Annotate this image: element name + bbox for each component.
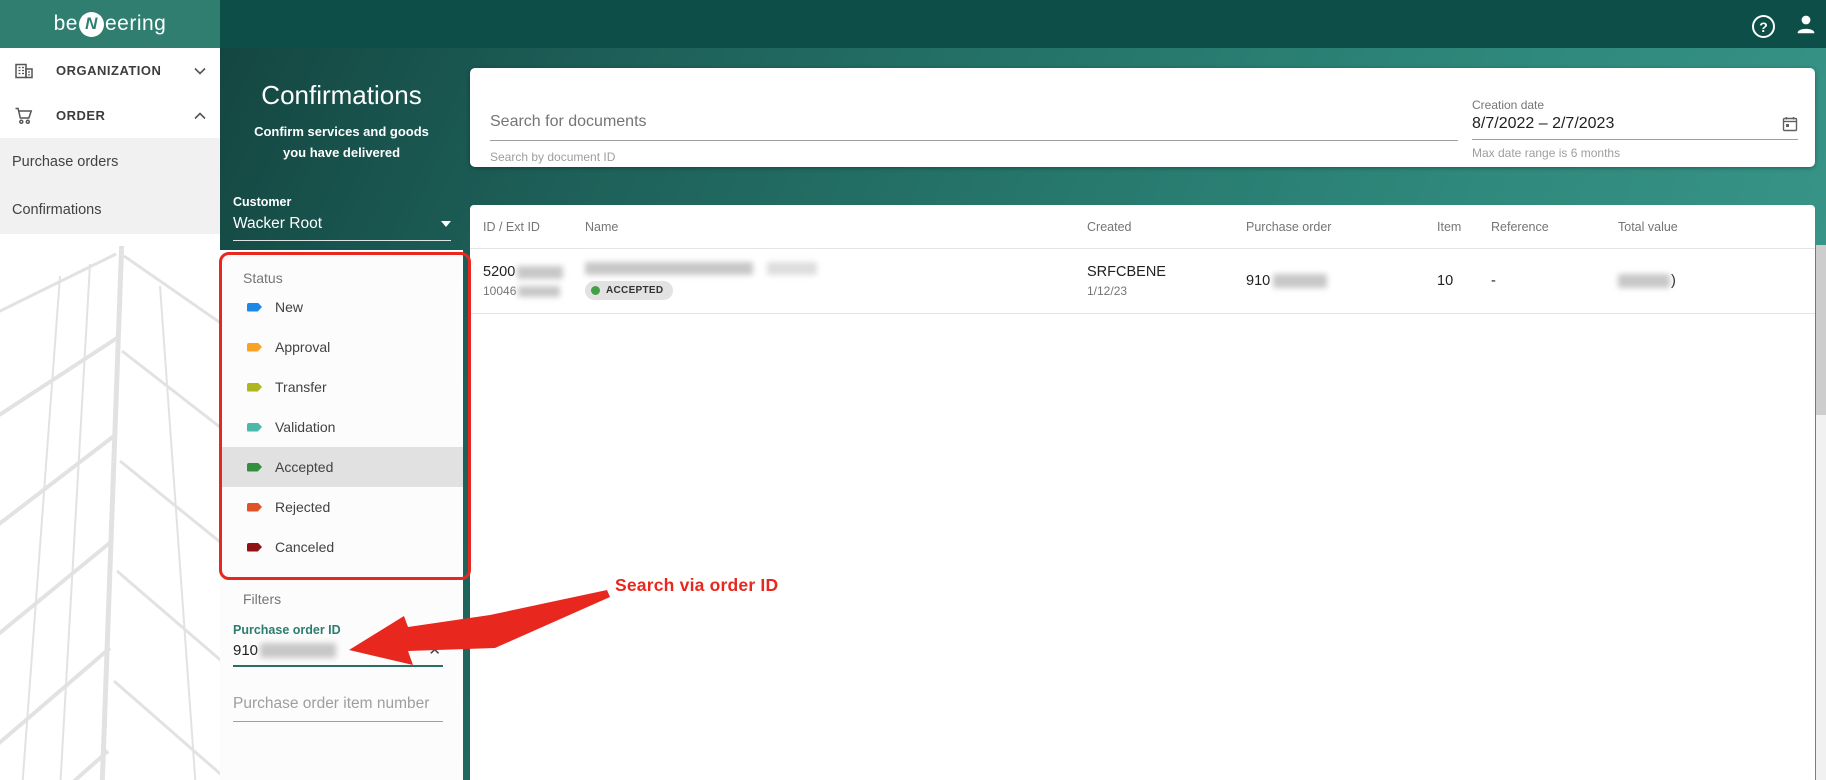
status-filter-validation[interactable]: Validation [220,407,463,447]
annotation-text: Search via order ID [615,575,779,595]
logo-n-icon: N [78,11,104,37]
status-filter-list: New Approval Transfer Validation Accepte… [220,287,463,567]
sidebar-item-label: Confirmations [12,202,102,218]
customer-selected-value: Wacker Root [233,215,323,232]
status-filter-new[interactable]: New [220,287,463,327]
column-header: Name [585,219,619,234]
status-section-label: Status [243,270,283,286]
cell-created: SRFCBENE 1/12/23 [1087,264,1166,298]
sidebar-item-confirmations[interactable]: Confirmations [0,186,220,234]
sidebar-item-label: ORDER [56,108,106,123]
cell-purchase-order: 910 [1246,273,1437,289]
status-tag-icon [247,462,262,472]
creation-date-field[interactable]: Creation date 8/7/2022 – 2/7/2023 Max da… [1472,68,1798,167]
calendar-icon[interactable] [1782,116,1798,137]
purchase-order-item-number-input[interactable] [233,695,443,722]
search-hint: Search by document ID [490,150,616,164]
column-header: ID / Ext ID [483,219,540,234]
cell-id: 5200 10046 [483,264,585,298]
sidebar-item-organization[interactable]: ORGANIZATION [0,48,220,93]
status-filter-canceled[interactable]: Canceled [220,527,463,567]
status-filter-transfer[interactable]: Transfer [220,367,463,407]
status-dot-icon [591,286,600,295]
sidebar-item-order[interactable]: ORDER [0,93,220,138]
logo-text: be N eering [53,11,167,37]
page-subtitle: Confirm services and goods you have deli… [254,124,429,160]
status-tag-icon [247,542,262,552]
status-filter-accepted[interactable]: Accepted [220,447,463,487]
help-icon[interactable]: ? [1752,15,1775,38]
column-header: Purchase order [1246,219,1332,234]
purchase-order-id-label: Purchase order ID [233,623,341,637]
top-bar: be N eering ? [0,0,1826,48]
confirmations-panel-header: Confirmations Confirm services and goods… [220,48,463,163]
search-card: Search by document ID Creation date 8/7/… [470,68,1815,167]
sidebar-item-purchase-orders[interactable]: Purchase orders [0,138,220,186]
column-header: Item [1437,219,1462,234]
chevron-down-icon [194,63,206,78]
search-documents-input[interactable] [490,113,1458,141]
page-title: Confirmations [261,80,422,110]
redacted-blur [517,265,564,279]
user-account-icon[interactable] [1795,13,1817,40]
scrollbar-thumb[interactable] [1816,245,1826,415]
date-range-hint: Max date range is 6 months [1472,146,1621,160]
logo-pre: be [53,12,78,35]
creation-date-label: Creation date [1472,98,1545,112]
building-icon [14,61,34,81]
chevron-up-icon [194,108,206,123]
status-tag-icon [247,382,262,392]
sidebar-item-label: ORGANIZATION [56,63,162,78]
order-submenu: Purchase orders Confirmations [0,138,220,234]
status-tag-icon [247,342,262,352]
cell-name: ACCEPTED [585,262,1087,300]
table-row[interactable]: 5200 10046 ACCEPTED SRFCBENE 1/12/23 910… [470,249,1815,314]
status-filter-rejected[interactable]: Rejected [220,487,463,527]
table-header-row: ID / Ext ID Name Created Purchase order … [470,205,1815,249]
status-tag-icon [247,302,262,312]
dropdown-caret-icon [441,221,451,227]
redacted-blur [1618,274,1670,288]
redacted-blur [518,285,561,297]
status-filter-approval[interactable]: Approval [220,327,463,367]
status-tag-icon [247,502,262,512]
cell-item: 10 [1437,273,1454,289]
logo-post: eering [104,12,167,35]
filters-section-label: Filters [243,591,282,607]
scrollbar-track[interactable] [1816,245,1826,780]
filter-panel: Status New Approval Transfer Validation … [220,250,463,780]
cell-reference: - [1491,273,1496,289]
status-badge: ACCEPTED [585,281,674,300]
redacted-blur [585,262,753,275]
cart-icon [14,106,34,126]
column-header: Total value [1618,219,1678,234]
cell-total-value: ) [1618,273,1815,289]
purchase-order-id-input[interactable]: 910 ✕ [233,641,443,667]
sidebar-item-label: Purchase orders [12,154,119,170]
column-header: Created [1087,219,1132,234]
logo: be N eering [0,0,220,48]
customer-label: Customer [233,195,292,209]
clear-input-icon[interactable]: ✕ [426,641,443,659]
redacted-blur [260,642,337,658]
status-tag-icon [247,422,262,432]
column-header: Reference [1491,219,1549,234]
results-table: ID / Ext ID Name Created Purchase order … [470,205,1815,780]
creation-date-value: 8/7/2022 – 2/7/2023 [1472,115,1615,132]
redacted-blur [767,262,817,275]
date-field-underline [1472,139,1798,140]
customer-dropdown[interactable]: Customer Wacker Root [233,195,451,241]
redacted-blur [1273,274,1328,288]
building-background-image [0,246,220,780]
sidebar: ORGANIZATION ORDER Purchase orders Confi [0,48,220,780]
